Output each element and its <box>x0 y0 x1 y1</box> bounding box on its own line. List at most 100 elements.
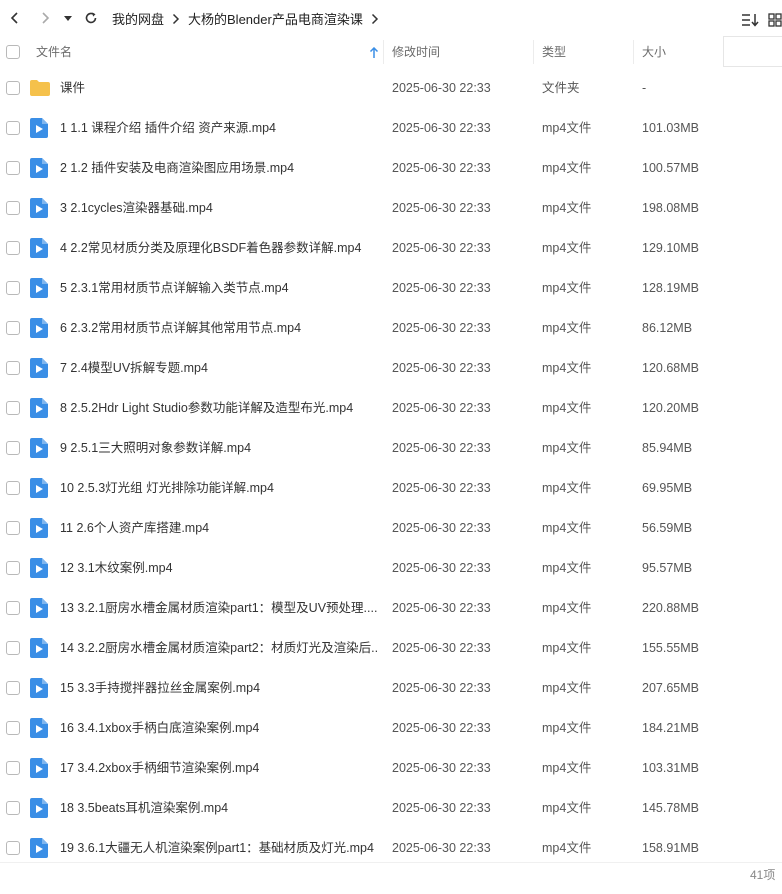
file-row[interactable]: 14 3.2.2厨房水槽金属材质渲染part2：材质灯光及渲染后... 2025-… <box>0 628 782 668</box>
select-all-checkbox[interactable] <box>6 45 20 59</box>
file-modified-time: 2025-06-30 22:33 <box>392 441 491 455</box>
video-file-icon <box>30 678 48 698</box>
row-checkbox[interactable] <box>6 201 20 215</box>
file-name[interactable]: 18 3.5beats耳机渲染案例.mp4 <box>60 788 378 828</box>
row-checkbox[interactable] <box>6 81 20 95</box>
file-row[interactable]: 12 3.1木纹案例.mp4 2025-06-30 22:33 mp4文件 95.57… <box>0 548 782 588</box>
file-row[interactable]: 9 2.5.1三大照明对象参数详解.mp4 2025-06-30 22:33 mp4… <box>0 428 782 468</box>
column-header-name[interactable]: 文件名 <box>36 36 72 68</box>
file-type: mp4文件 <box>542 161 592 175</box>
file-name[interactable]: 10 2.5.3灯光组 灯光排除功能详解.mp4 <box>60 468 378 508</box>
column-divider[interactable] <box>533 40 534 64</box>
file-name[interactable]: 15 3.3手持搅拌器拉丝金属案例.mp4 <box>60 668 378 708</box>
file-modified-time: 2025-06-30 22:33 <box>392 521 491 535</box>
file-row[interactable]: 18 3.5beats耳机渲染案例.mp4 2025-06-30 22:33 mp4… <box>0 788 782 828</box>
file-name[interactable]: 3 2.1cycles渲染器基础.mp4 <box>60 188 378 228</box>
row-checkbox[interactable] <box>6 841 20 855</box>
row-checkbox[interactable] <box>6 161 20 175</box>
row-checkbox[interactable] <box>6 561 20 575</box>
file-type: mp4文件 <box>542 561 592 575</box>
row-checkbox[interactable] <box>6 121 20 135</box>
file-row[interactable]: 4 2.2常见材质分类及原理化BSDF着色器参数详解.mp4 2025-06-30… <box>0 228 782 268</box>
row-checkbox[interactable] <box>6 801 20 815</box>
column-header-type[interactable]: 类型 <box>542 36 566 68</box>
breadcrumb-item-root[interactable]: 我的网盘 <box>112 9 164 28</box>
row-checkbox[interactable] <box>6 481 20 495</box>
file-name[interactable]: 2 1.2 插件安装及电商渲染图应用场景.mp4 <box>60 148 378 188</box>
file-name[interactable]: 13 3.2.1厨房水槽金属材质渲染part1：模型及UV预处理.... <box>60 588 378 628</box>
row-checkbox[interactable] <box>6 361 20 375</box>
column-divider[interactable] <box>383 40 384 64</box>
sort-ascending-icon[interactable] <box>369 47 379 59</box>
file-name[interactable]: 8 2.5.2Hdr Light Studio参数功能详解及造型布光.mp4 <box>60 388 378 428</box>
video-file-icon <box>30 518 48 538</box>
row-checkbox[interactable] <box>6 601 20 615</box>
file-type: mp4文件 <box>542 801 592 815</box>
file-name[interactable]: 4 2.2常见材质分类及原理化BSDF着色器参数详解.mp4 <box>60 228 378 268</box>
row-checkbox[interactable] <box>6 761 20 775</box>
file-list: 课件 2025-06-30 22:33 文件夹 - 1 1.1 课程介绍 插件介绍 资产… <box>0 68 782 868</box>
item-count: 41项 <box>750 868 776 882</box>
file-name[interactable]: 7 2.4模型UV拆解专题.mp4 <box>60 348 378 388</box>
video-file-icon <box>30 758 48 778</box>
file-name[interactable]: 1 1.1 课程介绍 插件介绍 资产来源.mp4 <box>60 108 378 148</box>
history-dropdown-button[interactable] <box>60 7 76 29</box>
file-modified-time: 2025-06-30 22:33 <box>392 161 491 175</box>
file-row[interactable]: 6 2.3.2常用材质节点详解其他常用节点.mp4 2025-06-30 22:3… <box>0 308 782 348</box>
file-type: mp4文件 <box>542 721 592 735</box>
row-checkbox[interactable] <box>6 241 20 255</box>
file-name[interactable]: 12 3.1木纹案例.mp4 <box>60 548 378 588</box>
file-type: mp4文件 <box>542 241 592 255</box>
video-file-icon <box>30 158 48 178</box>
file-row[interactable]: 13 3.2.1厨房水槽金属材质渲染part1：模型及UV预处理.... 2025… <box>0 588 782 628</box>
file-name[interactable]: 课件 <box>60 68 378 108</box>
file-row[interactable]: 10 2.5.3灯光组 灯光排除功能详解.mp4 2025-06-30 22:33… <box>0 468 782 508</box>
file-row[interactable]: 5 2.3.1常用材质节点详解输入类节点.mp4 2025-06-30 22:33… <box>0 268 782 308</box>
file-name[interactable]: 5 2.3.1常用材质节点详解输入类节点.mp4 <box>60 268 378 308</box>
view-toggle-button[interactable] <box>764 9 782 31</box>
file-row[interactable]: 8 2.5.2Hdr Light Studio参数功能详解及造型布光.mp4 20… <box>0 388 782 428</box>
file-name[interactable]: 16 3.4.1xbox手柄白底渲染案例.mp4 <box>60 708 378 748</box>
column-header-extra <box>723 36 782 67</box>
footer-divider <box>0 862 782 863</box>
sort-button[interactable] <box>739 9 761 31</box>
row-checkbox[interactable] <box>6 721 20 735</box>
file-size: 120.20MB <box>642 401 699 415</box>
breadcrumb-item-current[interactable]: 大杨的Blender产品电商渲染课 <box>188 9 363 28</box>
column-header-modified[interactable]: 修改时间 <box>392 36 440 68</box>
column-divider[interactable] <box>633 40 634 64</box>
back-button[interactable] <box>4 7 26 29</box>
file-row[interactable]: 7 2.4模型UV拆解专题.mp4 2025-06-30 22:33 mp4文件 12… <box>0 348 782 388</box>
file-row[interactable]: 2 1.2 插件安装及电商渲染图应用场景.mp4 2025-06-30 22:33… <box>0 148 782 188</box>
file-size: 155.55MB <box>642 641 699 655</box>
file-modified-time: 2025-06-30 22:33 <box>392 241 491 255</box>
file-modified-time: 2025-06-30 22:33 <box>392 641 491 655</box>
file-modified-time: 2025-06-30 22:33 <box>392 361 491 375</box>
file-row[interactable]: 3 2.1cycles渲染器基础.mp4 2025-06-30 22:33 mp4文… <box>0 188 782 228</box>
refresh-button[interactable] <box>80 7 102 29</box>
file-name[interactable]: 11 2.6个人资产库搭建.mp4 <box>60 508 378 548</box>
file-size: 128.19MB <box>642 281 699 295</box>
file-name[interactable]: 6 2.3.2常用材质节点详解其他常用节点.mp4 <box>60 308 378 348</box>
row-checkbox[interactable] <box>6 401 20 415</box>
row-checkbox[interactable] <box>6 281 20 295</box>
file-modified-time: 2025-06-30 22:33 <box>392 321 491 335</box>
row-checkbox[interactable] <box>6 521 20 535</box>
column-header-size[interactable]: 大小 <box>642 36 666 68</box>
row-checkbox[interactable] <box>6 321 20 335</box>
file-modified-time: 2025-06-30 22:33 <box>392 761 491 775</box>
file-row[interactable]: 11 2.6个人资产库搭建.mp4 2025-06-30 22:33 mp4文件 56… <box>0 508 782 548</box>
file-row[interactable]: 16 3.4.1xbox手柄白底渲染案例.mp4 2025-06-30 22:33… <box>0 708 782 748</box>
file-name[interactable]: 17 3.4.2xbox手柄细节渲染案例.mp4 <box>60 748 378 788</box>
file-name[interactable]: 9 2.5.1三大照明对象参数详解.mp4 <box>60 428 378 468</box>
row-checkbox[interactable] <box>6 681 20 695</box>
file-row[interactable]: 15 3.3手持搅拌器拉丝金属案例.mp4 2025-06-30 22:33 mp4… <box>0 668 782 708</box>
file-row[interactable]: 17 3.4.2xbox手柄细节渲染案例.mp4 2025-06-30 22:33… <box>0 748 782 788</box>
file-name[interactable]: 14 3.2.2厨房水槽金属材质渲染part2：材质灯光及渲染后... <box>60 628 378 668</box>
file-row[interactable]: 1 1.1 课程介绍 插件介绍 资产来源.mp4 2025-06-30 22:33… <box>0 108 782 148</box>
forward-button[interactable] <box>34 7 56 29</box>
row-checkbox[interactable] <box>6 441 20 455</box>
row-checkbox[interactable] <box>6 641 20 655</box>
video-file-icon <box>30 478 48 498</box>
file-row[interactable]: 课件 2025-06-30 22:33 文件夹 - <box>0 68 782 108</box>
